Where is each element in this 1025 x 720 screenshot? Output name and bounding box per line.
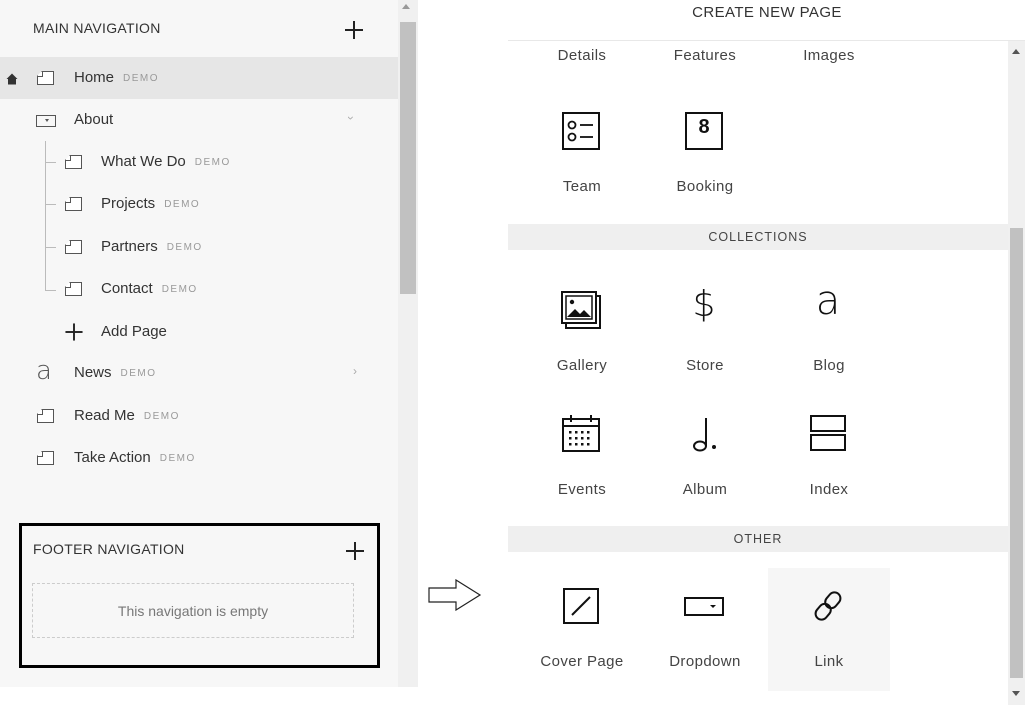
demo-badge: DEMO: [194, 157, 231, 168]
layout-team-tile[interactable]: Team: [521, 93, 643, 217]
page-icon: [65, 197, 82, 211]
store-icon: $: [692, 284, 716, 325]
dropdown-folder-icon: [36, 115, 56, 127]
other-section-header: OTHER: [508, 526, 1008, 552]
tile-label: Store: [686, 357, 724, 374]
right-arrow-icon: [428, 579, 482, 611]
panel-scrollbar[interactable]: [1008, 41, 1025, 705]
nav-item-label: Partners: [101, 238, 158, 255]
nav-item-about[interactable]: About ›: [0, 99, 398, 141]
add-page-label: Add Page: [101, 323, 167, 340]
sidebar-scrollbar[interactable]: [398, 0, 418, 687]
events-icon: [562, 415, 600, 452]
other-link-tile[interactable]: Link: [768, 568, 890, 691]
tile-label: Dropdown: [669, 653, 741, 670]
scroll-up-arrow-icon[interactable]: [1012, 49, 1020, 54]
collections-section-header: COLLECTIONS: [508, 224, 1008, 250]
nav-item-what-we-do[interactable]: What We Do DEMO: [0, 141, 398, 183]
add-page-button[interactable]: Add Page: [0, 311, 398, 353]
tile-label: Booking: [676, 178, 734, 195]
page-icon: [65, 155, 82, 169]
create-new-page-panel: Details Features Images Team 8 Booking C…: [508, 41, 1008, 691]
plus-icon: [65, 323, 84, 342]
blog-icon: a: [815, 278, 841, 324]
scroll-down-arrow-icon[interactable]: [1012, 691, 1020, 696]
team-icon: [562, 112, 600, 150]
nav-item-label: Projects: [101, 195, 156, 212]
tile-label: Cover Page: [540, 653, 624, 670]
scrollbar-thumb[interactable]: [400, 22, 416, 294]
nav-item-partners[interactable]: Partners DEMO: [0, 226, 398, 268]
layout-details-label[interactable]: Details: [521, 47, 643, 64]
page-icon: [65, 282, 82, 296]
index-icon: [810, 415, 846, 451]
footer-navigation-section: FOOTER NAVIGATION This navigation is emp…: [19, 523, 380, 668]
nav-item-label: Home: [74, 69, 115, 86]
booking-glyph: 8: [698, 116, 710, 138]
nav-item-label: Read Me: [74, 407, 135, 424]
scrollbar-thumb[interactable]: [1010, 228, 1023, 678]
collection-album-tile[interactable]: Album: [644, 396, 766, 520]
nav-item-read-me[interactable]: Read Me DEMO: [0, 395, 398, 437]
album-icon: [693, 418, 716, 452]
demo-badge: DEMO: [123, 73, 160, 84]
demo-badge: DEMO: [164, 199, 201, 210]
add-main-nav-item-button[interactable]: [344, 20, 364, 40]
main-navigation-title: MAIN NAVIGATION: [33, 20, 161, 36]
demo-badge: DEMO: [143, 411, 180, 422]
add-footer-nav-item-button[interactable]: [345, 541, 365, 561]
page-icon: [37, 409, 54, 423]
page-icon: [37, 71, 54, 85]
other-dropdown-tile[interactable]: Dropdown: [644, 568, 766, 691]
nav-item-projects[interactable]: Projects DEMO: [0, 183, 398, 225]
nav-item-contact[interactable]: Contact DEMO: [0, 268, 398, 310]
page-icon: [37, 451, 54, 465]
nav-item-label: News: [74, 364, 112, 381]
nav-item-home[interactable]: Home DEMO: [0, 57, 398, 99]
collection-blog-tile[interactable]: a Blog: [768, 272, 890, 396]
layout-images-label[interactable]: Images: [768, 47, 890, 64]
create-new-page-title: CREATE NEW PAGE: [692, 4, 842, 21]
nav-item-label: What We Do: [101, 153, 186, 170]
page-icon: [65, 240, 82, 254]
nav-item-label: Take Action: [74, 449, 151, 466]
footer-navigation-title: FOOTER NAVIGATION: [33, 541, 185, 557]
tile-label: Blog: [813, 357, 845, 374]
tile-label: Album: [682, 481, 728, 498]
demo-badge: DEMO: [159, 453, 196, 464]
chevron-down-icon[interactable]: ›: [344, 116, 358, 120]
link-icon: [814, 591, 842, 621]
nav-item-news[interactable]: a News DEMO ›: [0, 352, 398, 394]
demo-badge: DEMO: [166, 242, 203, 253]
cover-page-icon: [563, 588, 599, 624]
nav-item-label: About: [74, 111, 114, 128]
layout-booking-tile[interactable]: 8 Booking: [644, 93, 766, 217]
other-cover-page-tile[interactable]: Cover Page: [521, 568, 643, 691]
chevron-right-icon[interactable]: ›: [353, 364, 357, 378]
collection-index-tile[interactable]: Index: [768, 396, 890, 520]
home-icon: [6, 73, 18, 85]
demo-badge: DEMO: [161, 284, 198, 295]
tile-label: Events: [557, 481, 607, 498]
tile-label: Link: [814, 653, 844, 670]
collection-store-tile[interactable]: $ Store: [644, 272, 766, 396]
site-navigation-sidebar: MAIN NAVIGATION Home DEMO About › What We…: [0, 0, 398, 687]
layout-features-label[interactable]: Features: [644, 47, 766, 64]
scroll-up-arrow-icon[interactable]: [402, 4, 410, 9]
gallery-icon: [561, 291, 601, 329]
tile-label: Index: [809, 481, 849, 498]
collection-gallery-tile[interactable]: Gallery: [521, 272, 643, 396]
tile-label: Gallery: [556, 357, 608, 374]
nav-item-label: Contact: [101, 280, 153, 297]
collection-events-tile[interactable]: Events: [521, 396, 643, 520]
nav-item-take-action[interactable]: Take Action DEMO: [0, 437, 398, 479]
dropdown-icon: [684, 597, 724, 616]
demo-badge: DEMO: [120, 368, 157, 379]
tile-label: Team: [562, 178, 602, 195]
footer-empty-dropzone: This navigation is empty: [32, 583, 354, 638]
blog-icon: a: [36, 356, 52, 386]
